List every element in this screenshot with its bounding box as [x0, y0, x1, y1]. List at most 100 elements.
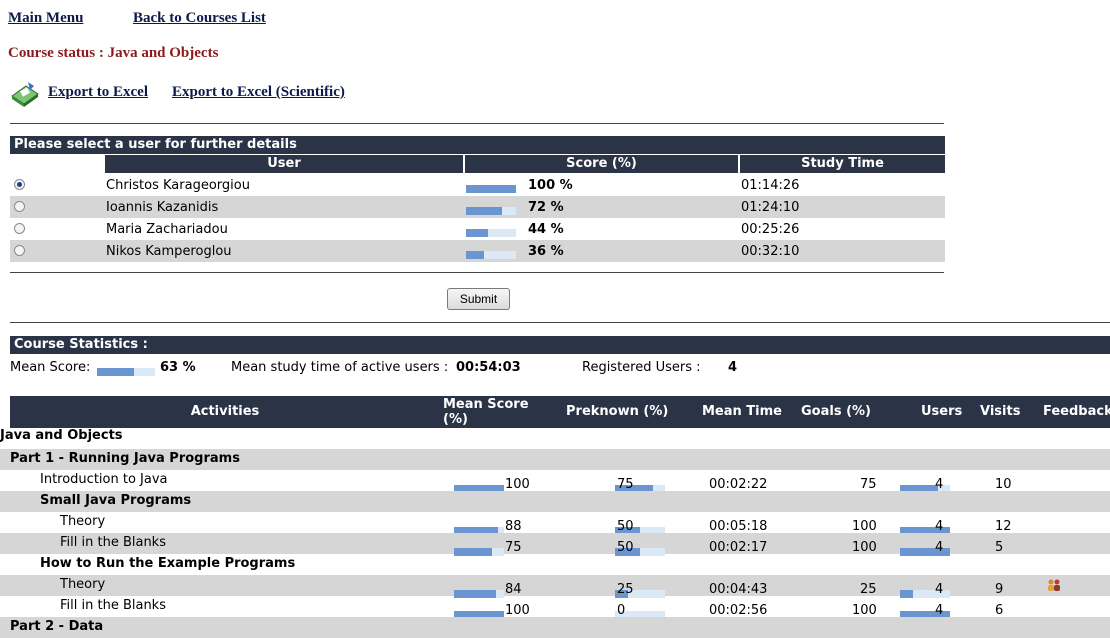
activities-column-header: Activities [190, 404, 260, 419]
activity-label: Part 2 - Data [10, 619, 104, 634]
activity-row: Theory 84 25 00:04:43 25 4 9 [0, 575, 1110, 598]
activity-label: Small Java Programs [40, 493, 192, 508]
score-value: 44 % [528, 222, 564, 237]
activity-group-row: Java and Objects [0, 428, 1110, 449]
mean-time-value: 00:02:22 [709, 477, 768, 492]
activity-label: Fill in the Blanks [60, 598, 166, 613]
activity-row: Fill in the Blanks 75 50 00:02:17 100 4 5 [0, 533, 1110, 556]
activity-label: Theory [60, 577, 106, 592]
score-value: 100 % [528, 178, 573, 193]
user-column-header: User [105, 155, 463, 173]
mean-score-header-line1: Mean Score [443, 397, 529, 412]
divider [10, 272, 944, 273]
study-time: 01:24:10 [741, 200, 800, 215]
mean-score-value: 100 [505, 477, 530, 492]
mean-time-column-header: Mean Time [702, 404, 782, 419]
users-value: 4 [935, 519, 944, 534]
user-row[interactable]: Ioannis Kazanidis 72 % 01:24:10 [10, 196, 945, 218]
user-radio[interactable] [14, 223, 25, 234]
visits-value: 5 [995, 540, 1004, 555]
score-value: 72 % [528, 200, 564, 215]
score-column-header: Score (%) [465, 155, 738, 173]
activity-row: Introduction to Java 100 75 00:02:22 75 4 10 [0, 470, 1110, 493]
goals-value: 75 [860, 477, 877, 492]
mean-score-header-line2: (%) [443, 412, 468, 427]
user-row[interactable]: Maria Zachariadou 44 % 00:25:26 [10, 218, 945, 240]
goals-value: 100 [852, 540, 877, 555]
users-value: 4 [935, 540, 944, 555]
course-status-title: Course status : Java and Objects [8, 45, 219, 61]
visits-value: 9 [995, 582, 1004, 597]
mean-time-value: 00:05:18 [709, 519, 768, 534]
activity-label: Fill in the Blanks [60, 535, 166, 550]
users-value: 4 [935, 603, 944, 618]
mean-time-value: 00:54:03 [456, 360, 521, 375]
visits-value: 10 [995, 477, 1012, 492]
users-table-header: User Score (%) Study Time [10, 155, 945, 173]
mean-score-value: 88 [505, 519, 522, 534]
mean-score-label: Mean Score: [10, 360, 91, 375]
mean-score-value: 63 % [160, 360, 196, 375]
study-time-column-header: Study Time [740, 155, 945, 173]
mean-score-value: 84 [505, 582, 522, 597]
activity-label: Theory [60, 514, 106, 529]
user-name: Maria Zachariadou [106, 222, 228, 237]
preknown-value: 75 [617, 477, 634, 492]
users-column-header: Users [921, 404, 963, 419]
preknown-value: 0 [617, 603, 626, 618]
visits-value: 12 [995, 519, 1012, 534]
mean-time-value: 00:02:56 [709, 603, 768, 618]
divider [10, 123, 944, 124]
registered-users-label: Registered Users : [582, 360, 701, 375]
user-radio[interactable] [14, 245, 25, 256]
mean-time-label: Mean study time of active users : [231, 360, 449, 375]
users-value: 4 [935, 582, 944, 597]
score-bar [466, 184, 516, 193]
user-row[interactable]: Christos Karageorgiou 100 % 01:14:26 [10, 174, 945, 196]
study-time: 00:25:26 [741, 222, 800, 237]
export-excel-scientific-link[interactable]: Export to Excel (Scientific) [172, 84, 345, 101]
submit-button[interactable]: Submit [447, 288, 510, 310]
mean-time-value: 00:04:43 [709, 582, 768, 597]
main-menu-link[interactable]: Main Menu [8, 10, 83, 27]
excel-export-icon[interactable] [8, 80, 40, 108]
visits-column-header: Visits [980, 404, 1021, 419]
user-name: Nikos Kamperoglou [106, 244, 232, 259]
user-radio[interactable] [14, 179, 25, 190]
feedback-column-header: Feedback [1043, 404, 1110, 419]
user-name: Christos Karageorgiou [106, 178, 250, 193]
course-statistics-row: Mean Score: 63 % Mean study time of acti… [10, 358, 1110, 378]
users-value: 4 [935, 477, 944, 492]
goals-value: 100 [852, 519, 877, 534]
preknown-column-header: Preknown (%) [566, 404, 669, 419]
score-bar [466, 206, 516, 215]
activity-label: Part 1 - Running Java Programs [10, 451, 240, 466]
preknown-value: 50 [617, 519, 634, 534]
goals-value: 100 [852, 603, 877, 618]
study-time: 00:32:10 [741, 244, 800, 259]
feedback-users-icon[interactable] [1047, 579, 1061, 591]
divider [10, 322, 1110, 323]
activity-row: Fill in the Blanks 100 0 00:02:56 100 4 6 [0, 596, 1110, 619]
course-statistics-title: Course Statistics : [10, 336, 1110, 354]
activity-group-row: Part 1 - Running Java Programs [0, 449, 1110, 470]
score-bar [466, 228, 516, 237]
user-name: Ioannis Kazanidis [106, 200, 219, 215]
user-row[interactable]: Nikos Kamperoglou 36 % 00:32:10 [10, 240, 945, 262]
mean-score-value: 100 [505, 603, 530, 618]
preknown-value: 25 [617, 582, 634, 597]
back-to-courses-link[interactable]: Back to Courses List [133, 10, 266, 27]
activity-group-row: Small Java Programs [0, 491, 1110, 512]
activities-table-header: Activities Mean Score (%) Preknown (%) M… [10, 396, 1110, 428]
score-bar [466, 250, 516, 259]
mean-score-column-header: Mean Score (%) [443, 397, 543, 427]
activity-row: Theory 88 50 00:05:18 100 4 12 [0, 512, 1110, 535]
mean-score-bar [97, 367, 155, 376]
export-excel-link[interactable]: Export to Excel [48, 84, 148, 101]
activity-label: Introduction to Java [40, 472, 168, 487]
user-radio[interactable] [14, 201, 25, 212]
score-value: 36 % [528, 244, 564, 259]
mean-time-value: 00:02:17 [709, 540, 768, 555]
activity-group-row: How to Run the Example Programs [0, 554, 1110, 575]
users-table-title: Please select a user for further details [10, 136, 945, 154]
